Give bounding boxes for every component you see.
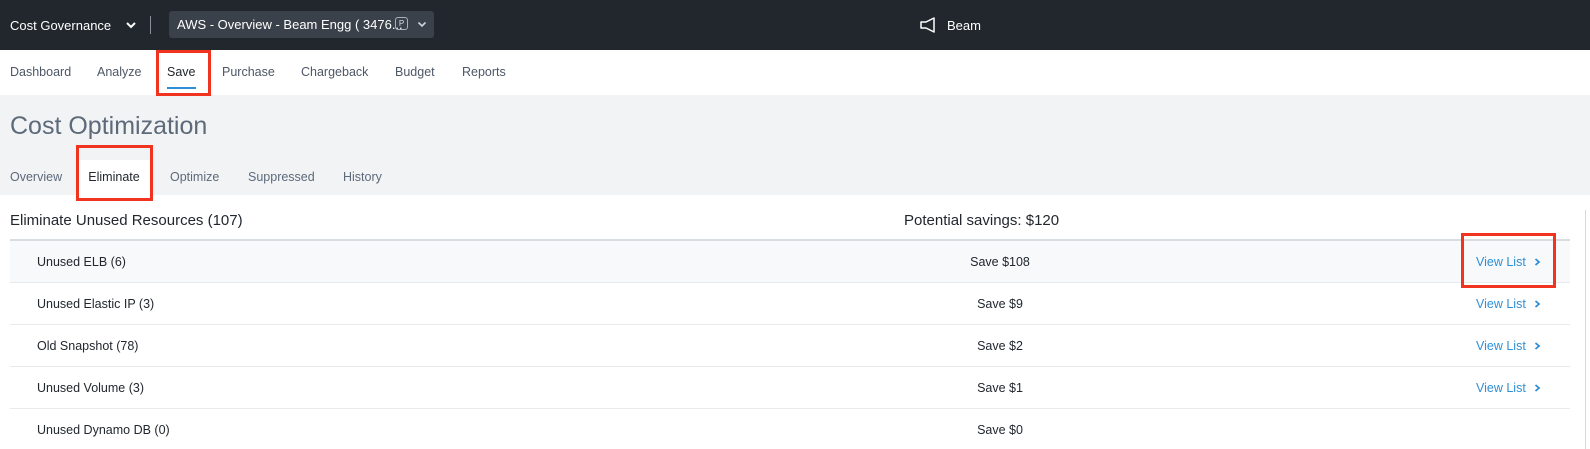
- view-list-link[interactable]: View List: [1476, 325, 1542, 367]
- resource-savings: Save $0: [977, 423, 1023, 437]
- highlight-box-eliminate: [76, 145, 153, 201]
- main-nav: Dashboard Analyze Save Purchase Chargeba…: [0, 50, 1590, 95]
- table-row: Old Snapshot (78) Save $2 View List: [10, 325, 1570, 367]
- resource-savings: Save $108: [970, 255, 1030, 269]
- app-name: Cost Governance: [10, 17, 112, 33]
- top-bar: Cost Governance AWS - Overview - Beam En…: [0, 0, 1590, 50]
- potential-savings: Potential savings: $120: [904, 212, 1060, 229]
- nav-dashboard[interactable]: Dashboard: [10, 50, 71, 95]
- nav-analyze[interactable]: Analyze: [97, 50, 141, 95]
- view-list-label: View List: [1476, 381, 1526, 395]
- nav-budget[interactable]: Budget: [395, 50, 435, 95]
- resource-savings: Save $1: [977, 381, 1023, 395]
- view-list-label: View List: [1476, 297, 1526, 311]
- resource-name: Old Snapshot (78): [37, 339, 139, 353]
- topbar-divider: [150, 16, 151, 34]
- content-panel: Eliminate Unused Resources (107) Potenti…: [0, 195, 1590, 449]
- scrollbar-track[interactable]: [1585, 210, 1586, 449]
- tab-suppressed[interactable]: Suppressed: [248, 160, 315, 195]
- tab-overview[interactable]: Overview: [10, 160, 62, 195]
- table-row: Unused Volume (3) Save $1 View List: [10, 367, 1570, 409]
- resource-name: Unused Dynamo DB (0): [37, 423, 170, 437]
- table-row: Unused ELB (6) Save $108 View List: [10, 241, 1570, 283]
- nav-chargeback[interactable]: Chargeback: [301, 50, 368, 95]
- view-list-link[interactable]: View List: [1476, 367, 1542, 409]
- chevron-down-icon: [126, 22, 136, 29]
- table-row: Unused Dynamo DB (0) Save $0: [10, 409, 1570, 449]
- product-brand: Beam: [918, 0, 981, 50]
- resource-name: Unused Elastic IP (3): [37, 297, 155, 311]
- resource-savings: Save $2: [977, 339, 1023, 353]
- tab-history[interactable]: History: [343, 160, 382, 195]
- resource-name: Unused Volume (3): [37, 381, 145, 395]
- account-label: AWS - Overview - Beam Engg ( 3476...: [177, 17, 403, 32]
- account-badge: P: [395, 17, 408, 30]
- highlight-box-save: [156, 50, 211, 96]
- view-list-link[interactable]: View List: [1476, 283, 1542, 325]
- tab-optimize[interactable]: Optimize: [170, 160, 219, 195]
- chevron-right-icon: [1534, 384, 1541, 392]
- account-selector[interactable]: AWS - Overview - Beam Engg ( 3476... P: [169, 11, 434, 38]
- chevron-down-icon: [417, 21, 427, 28]
- chevron-right-icon: [1534, 342, 1541, 350]
- nav-purchase[interactable]: Purchase: [222, 50, 275, 95]
- highlight-box-view-list: [1461, 233, 1556, 288]
- section-title: Eliminate Unused Resources (107): [10, 212, 243, 229]
- resource-name: Unused ELB (6): [37, 255, 126, 269]
- table-row: Unused Elastic IP (3) Save $9 View List: [10, 283, 1570, 325]
- product-name: Beam: [947, 17, 981, 33]
- resource-savings: Save $9: [977, 297, 1023, 311]
- beam-logo-icon: [920, 17, 935, 33]
- page-title: Cost Optimization: [10, 112, 208, 140]
- nav-reports[interactable]: Reports: [462, 50, 506, 95]
- app-switcher[interactable]: Cost Governance: [10, 0, 136, 50]
- view-list-label: View List: [1476, 339, 1526, 353]
- chevron-right-icon: [1534, 300, 1541, 308]
